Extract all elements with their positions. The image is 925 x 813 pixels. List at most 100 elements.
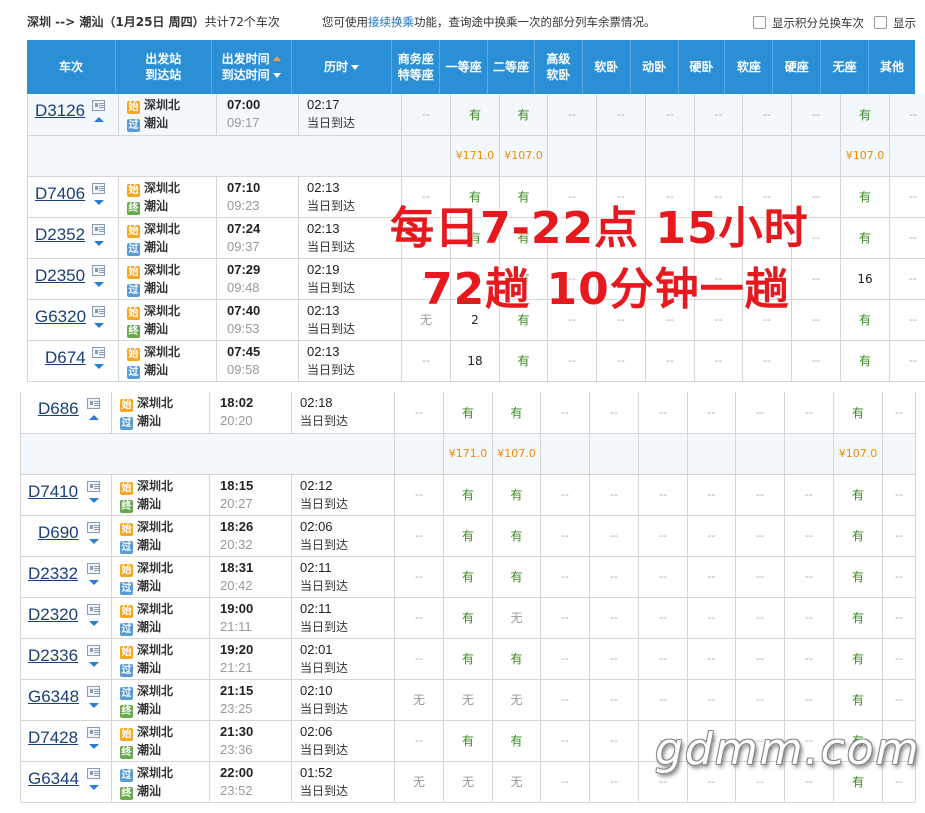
expand-arrow-icon[interactable] — [89, 784, 99, 790]
seat-available[interactable]: 有 — [833, 638, 883, 680]
sort-down-icon[interactable] — [272, 73, 281, 78]
arrival-day: 当日到达 — [300, 414, 349, 429]
seat-available[interactable]: 有 — [443, 638, 493, 680]
header-label: 商务座 — [397, 52, 434, 66]
seat-available[interactable]: 有 — [443, 392, 493, 434]
train-number-link[interactable]: D2320 — [28, 605, 78, 625]
seat-available[interactable]: 有 — [840, 217, 890, 259]
col-station[interactable]: 出发站 到达站 — [116, 40, 212, 94]
train-number-link[interactable]: D7406 — [35, 184, 85, 204]
seat-available[interactable]: 有 — [443, 515, 493, 557]
table-row: D2320 始深圳北过潮汕 19:00 21:11 02:11 当日到达 -- 有无 -- -- -… — [20, 597, 916, 639]
seat-available[interactable]: 有 — [840, 340, 890, 382]
train-number-link[interactable]: D690 — [38, 523, 79, 543]
expand-arrow-icon[interactable] — [89, 620, 99, 626]
expand-arrow-icon[interactable] — [94, 322, 104, 328]
seat-available[interactable]: 有 — [492, 556, 541, 598]
seat-available[interactable]: 有 — [833, 515, 883, 557]
schedule-detail-icon[interactable] — [87, 767, 100, 779]
train-number-link[interactable]: D2352 — [35, 225, 85, 245]
duration-cell: 02:17 当日到达 — [298, 94, 402, 136]
expand-arrow-icon[interactable] — [89, 497, 99, 503]
seat-available[interactable]: 有 — [833, 556, 883, 598]
seat-available[interactable]: 有 — [492, 392, 541, 434]
seat-available[interactable]: 有 — [492, 720, 541, 762]
seat-available[interactable]: 有 — [833, 474, 883, 516]
schedule-detail-icon[interactable] — [87, 521, 100, 533]
train-number-link[interactable]: D7410 — [28, 482, 78, 502]
train-number-link[interactable]: D2332 — [28, 564, 78, 584]
expand-arrow-icon[interactable] — [94, 199, 104, 205]
stations-cell: 始深圳北过潮汕 — [111, 556, 210, 598]
seat-available[interactable]: 有 — [833, 597, 883, 639]
expand-arrow-icon[interactable] — [89, 661, 99, 667]
schedule-detail-icon[interactable] — [87, 685, 100, 697]
checkbox-icon[interactable] — [753, 16, 766, 29]
train-number-link[interactable]: D686 — [38, 399, 79, 419]
show-points-checkbox[interactable]: 显示积分兑换车次 — [753, 15, 864, 31]
seat-available[interactable]: 有 — [840, 176, 890, 218]
schedule-detail-icon[interactable] — [87, 480, 100, 492]
expand-arrow-icon[interactable] — [89, 743, 99, 749]
show-other-checkbox[interactable]: 显示 — [874, 15, 916, 31]
schedule-detail-icon[interactable] — [87, 398, 100, 409]
seat-available[interactable]: 有 — [443, 474, 493, 516]
seat-unavailable: -- — [735, 597, 785, 639]
seat-available[interactable]: 有 — [443, 556, 493, 598]
seat-available[interactable]: 有 — [492, 474, 541, 516]
expand-arrow-icon[interactable] — [89, 702, 99, 708]
hint-suffix: 功能，查询途中换乘一次的部分列车余票情况。 — [414, 15, 656, 29]
expand-arrow-icon[interactable] — [89, 579, 99, 585]
col-duration[interactable]: 历时 — [292, 40, 393, 94]
schedule-detail-icon[interactable] — [87, 726, 100, 738]
schedule-detail-icon[interactable] — [92, 182, 105, 194]
schedule-detail-icon[interactable] — [87, 562, 100, 574]
seat-available[interactable]: 有 — [443, 597, 493, 639]
train-number-link[interactable]: G6344 — [28, 769, 79, 789]
stations-cell: 始深圳北过潮汕 — [111, 597, 210, 639]
schedule-detail-icon[interactable] — [87, 644, 100, 656]
seat-available[interactable]: 有 — [492, 638, 541, 680]
to-station-name: 潮汕 — [144, 116, 169, 131]
schedule-detail-icon[interactable] — [92, 264, 105, 276]
times-cell: 07:24 09:37 — [216, 217, 299, 259]
sort-up-icon[interactable] — [272, 56, 281, 61]
duration-value: 02:11 — [300, 559, 332, 575]
expand-arrow-icon[interactable] — [94, 363, 104, 369]
train-number-link[interactable]: D674 — [45, 348, 86, 368]
col-time[interactable]: 出发时间 到达时间 — [212, 40, 292, 94]
seat-available[interactable]: 有 — [499, 340, 548, 382]
train-number-link[interactable]: D7428 — [28, 728, 78, 748]
schedule-detail-icon[interactable] — [92, 346, 105, 358]
train-number-link[interactable]: G6320 — [35, 307, 86, 327]
train-number-link[interactable]: D2350 — [35, 266, 85, 286]
sort-down-icon[interactable] — [351, 65, 360, 70]
train-number-link[interactable]: D3126 — [35, 101, 85, 121]
seat-available[interactable]: 有 — [833, 392, 883, 434]
schedule-detail-icon[interactable] — [87, 603, 100, 615]
checkbox-icon[interactable] — [874, 16, 887, 29]
seat-count[interactable]: 18 — [450, 340, 500, 382]
expand-arrow-icon[interactable] — [94, 281, 104, 287]
seat-available[interactable]: 有 — [833, 679, 883, 721]
expand-arrow-icon[interactable] — [94, 240, 104, 246]
schedule-detail-icon[interactable] — [92, 100, 105, 111]
schedule-detail-icon[interactable] — [92, 305, 105, 317]
collapse-arrow-icon[interactable] — [89, 415, 99, 420]
seat-available[interactable]: 有 — [492, 515, 541, 557]
seat-available[interactable]: 有 — [840, 299, 890, 341]
start-badge-icon: 始 — [127, 265, 140, 279]
seat-available[interactable]: 有 — [499, 94, 548, 136]
train-number-link[interactable]: G6348 — [28, 687, 79, 707]
expand-arrow-icon[interactable] — [89, 538, 99, 544]
seat-count[interactable]: 16 — [840, 258, 890, 300]
seat-available[interactable]: 有 — [840, 94, 890, 136]
seat-available[interactable]: 有 — [443, 720, 493, 762]
seat-available[interactable]: 有 — [450, 94, 500, 136]
pass-badge-icon: 过 — [127, 365, 140, 379]
train-number-link[interactable]: D2336 — [28, 646, 78, 666]
seat-price: ¥107.0 — [833, 433, 883, 475]
collapse-arrow-icon[interactable] — [94, 117, 104, 122]
schedule-detail-icon[interactable] — [92, 223, 105, 235]
transfer-link[interactable]: 接续换乘 — [368, 15, 414, 29]
